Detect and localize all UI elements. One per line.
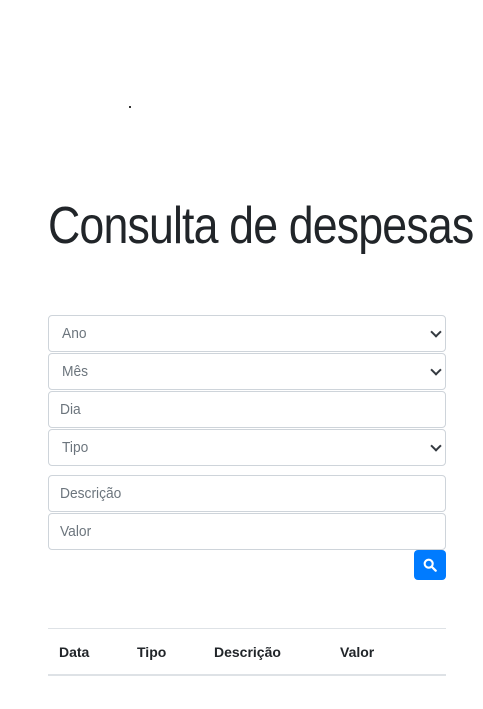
tipo-select-value: Tipo — [62, 439, 89, 456]
chevron-down-icon — [430, 325, 442, 338]
search-button[interactable] — [414, 550, 446, 580]
page: Consulta de despesas Ano Mês Dia Tipo De… — [0, 0, 483, 709]
descricao-input-placeholder: Descrição — [60, 485, 122, 502]
dia-input[interactable]: Dia — [48, 391, 446, 428]
chevron-down-icon — [430, 439, 442, 452]
stray-dot — [129, 106, 131, 108]
page-title: Consulta de despesas — [48, 197, 474, 255]
table-header-descricao: Descrição — [214, 644, 281, 660]
ano-select-value: Ano — [62, 325, 87, 342]
mes-select[interactable]: Mês — [48, 353, 446, 390]
table-header-tipo: Tipo — [137, 644, 167, 660]
ano-select[interactable]: Ano — [48, 315, 446, 352]
table-top-border — [48, 628, 446, 629]
chevron-down-icon — [430, 363, 442, 376]
mes-select-value: Mês — [62, 363, 89, 380]
descricao-input[interactable]: Descrição — [48, 475, 446, 512]
tipo-select[interactable]: Tipo — [48, 429, 446, 466]
search-icon — [423, 558, 437, 572]
table-header-data: Data — [59, 644, 90, 660]
valor-input[interactable]: Valor — [48, 513, 446, 550]
table-header-valor: Valor — [340, 644, 375, 660]
valor-input-placeholder: Valor — [60, 523, 92, 540]
table-header-bottom-border — [48, 674, 446, 676]
dia-input-placeholder: Dia — [60, 401, 81, 418]
